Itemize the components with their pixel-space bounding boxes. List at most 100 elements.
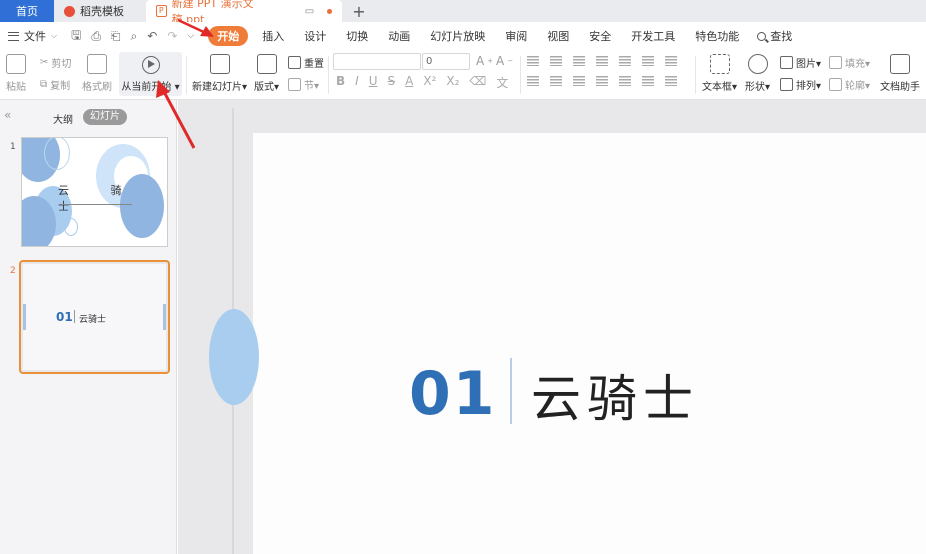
outline-button[interactable]: 轮廓▾ (829, 77, 870, 92)
slide-number: 1 (10, 142, 16, 152)
tab-home[interactable]: 首页 (0, 0, 54, 22)
section-label: 节▾ (304, 81, 320, 92)
paragraph-settings-icon[interactable] (665, 76, 677, 86)
slide-number: 2 (10, 266, 16, 276)
menu-row: 文件 ⌵ 🖫 ⎙ ⎗ ⌕ ↶ ↷ ⌵ 开始 插入 设计 切换 动画 幻灯片放映 … (0, 22, 926, 50)
arrange-button[interactable]: 排列▾ (780, 77, 821, 92)
font-size-select[interactable]: 0 (422, 53, 470, 70)
menu-tab-features[interactable]: 特色功能 (685, 28, 749, 44)
doc-assistant-button[interactable]: 文档助手 (880, 54, 920, 93)
numbered-list-icon[interactable] (550, 56, 562, 66)
monitor-icon[interactable]: ▭ (305, 6, 314, 17)
increase-indent-icon[interactable] (596, 56, 608, 66)
reset-button[interactable]: 重置 (288, 55, 324, 70)
bold-icon[interactable]: B (336, 74, 345, 91)
search-label: 查找 (770, 30, 793, 43)
format-painter-button[interactable]: 格式刷 (82, 54, 112, 93)
ribbon-tabs: 开始 插入 设计 切换 动画 幻灯片放映 审阅 视图 安全 开发工具 特色功能 (204, 26, 749, 46)
strikethrough-icon[interactable]: S (388, 74, 396, 91)
file-menu[interactable]: 文件 ⌵ (0, 28, 65, 44)
align-center-icon[interactable] (550, 76, 562, 86)
shape-button[interactable]: 形状▾ (745, 54, 770, 93)
section-icon (288, 78, 301, 91)
char-spacing-icon[interactable]: 文 (496, 74, 508, 91)
decor-circle (44, 138, 70, 170)
menu-tab-transition[interactable]: 切换 (336, 28, 378, 44)
font-color-icon[interactable]: A (405, 74, 413, 91)
paste-label: 粘贴 (6, 82, 26, 93)
cut-button[interactable]: ✂ 剪切 (40, 55, 71, 70)
superscript-icon[interactable]: X² (423, 74, 436, 91)
paste-button[interactable]: 粘贴 (6, 54, 26, 93)
menu-tab-review[interactable]: 审阅 (495, 28, 537, 44)
menu-tab-security[interactable]: 安全 (579, 28, 621, 44)
print-preview-icon[interactable]: ⌕ (131, 29, 138, 44)
subscript-icon[interactable]: X₂ (446, 74, 459, 91)
arrange-label: 排列▾ (796, 81, 822, 92)
copy-button[interactable]: ⧉ 复制 (40, 77, 70, 92)
menu-tab-slideshow[interactable]: 幻灯片放映 (420, 28, 495, 44)
play-icon (141, 55, 160, 74)
menu-tab-design[interactable]: 设计 (294, 28, 336, 44)
line-spacing-icon[interactable] (665, 56, 677, 66)
distribute-icon[interactable] (619, 76, 631, 86)
outline-tab[interactable]: 大纲 (53, 111, 73, 126)
bullet-list-icon[interactable] (527, 56, 539, 66)
new-tab-button[interactable]: + (342, 0, 376, 22)
menu-tab-start[interactable]: 开始 (208, 26, 249, 46)
section-button[interactable]: 节▾ (288, 77, 319, 92)
play-from-current-label: 从当前开始 ▾ (121, 81, 180, 93)
slide-thumbnail-2-canvas: 01 云骑士 (23, 264, 166, 370)
slide-2-divider (74, 310, 75, 323)
hamburger-icon (8, 31, 19, 41)
more-icon[interactable]: ⌵ (187, 31, 194, 41)
search-button[interactable]: 查找 (749, 28, 792, 44)
print-icon[interactable]: ⎗ (111, 29, 121, 44)
italic-icon[interactable]: I (355, 74, 359, 91)
divider (520, 56, 521, 94)
align-text-icon[interactable] (642, 56, 654, 66)
shape-icon (747, 54, 768, 74)
slide-thumbnail-2[interactable]: 01 云骑士 (19, 260, 170, 374)
undo-icon[interactable]: ↶ (147, 29, 157, 43)
justify-icon[interactable] (596, 76, 608, 86)
export-pdf-icon[interactable]: ⎙ (91, 29, 101, 44)
decor-circle (209, 309, 259, 405)
shrink-font-button[interactable]: A − (496, 54, 513, 68)
decrease-indent-icon[interactable] (573, 56, 585, 66)
align-left-icon[interactable] (527, 76, 539, 86)
menu-tab-insert[interactable]: 插入 (252, 28, 294, 44)
paragraph-row-2 (527, 76, 677, 86)
font-format-buttons: B I U S A X² X₂ ⌫ 文 (336, 74, 508, 91)
collapse-panel-icon[interactable]: « (4, 108, 11, 122)
slide-number-text[interactable]: 01 (409, 359, 497, 429)
layout-button[interactable]: 版式▾ (254, 54, 279, 93)
text-box-label: 文本框▾ (702, 82, 738, 93)
grow-font-button[interactable]: A + (476, 54, 493, 68)
paragraph-row-1 (527, 56, 677, 66)
play-from-current-button[interactable]: 从当前开始 ▾ (119, 52, 182, 96)
tab-document[interactable]: P 新建 PPT 演示文稿.ppt ▭ (146, 0, 342, 26)
slide-panel: « 大纲 幻灯片 1 云 骑 士 2 01 云骑士 (0, 100, 177, 554)
columns-icon[interactable] (642, 76, 654, 86)
text-direction-icon[interactable] (619, 56, 631, 66)
current-slide[interactable]: 01 云骑士 (209, 133, 926, 554)
menu-tab-view[interactable]: 视图 (537, 28, 579, 44)
slide-title[interactable]: 云骑士 (531, 359, 699, 431)
redo-icon[interactable]: ↷ (167, 29, 177, 43)
underline-icon[interactable]: U (369, 74, 378, 91)
clear-format-icon[interactable]: ⌫ (469, 74, 486, 91)
slide-thumbnail-1[interactable]: 云 骑 士 (21, 137, 168, 247)
fill-button[interactable]: 填充▾ (829, 55, 870, 70)
chevron-down-icon: ⌵ (51, 31, 58, 40)
font-name-select[interactable] (333, 53, 421, 70)
slides-tab[interactable]: 幻灯片 (83, 109, 127, 125)
menu-tab-animation[interactable]: 动画 (378, 28, 420, 44)
new-slide-button[interactable]: 新建幻灯片▾ (192, 54, 247, 93)
align-right-icon[interactable] (573, 76, 585, 86)
text-box-button[interactable]: 文本框▾ (702, 54, 737, 93)
picture-button[interactable]: 图片▾ (780, 55, 821, 70)
tab-templates[interactable]: 稻壳模板 (54, 0, 146, 22)
menu-tab-developer[interactable]: 开发工具 (621, 28, 685, 44)
save-icon[interactable]: 🖫 (71, 26, 81, 47)
